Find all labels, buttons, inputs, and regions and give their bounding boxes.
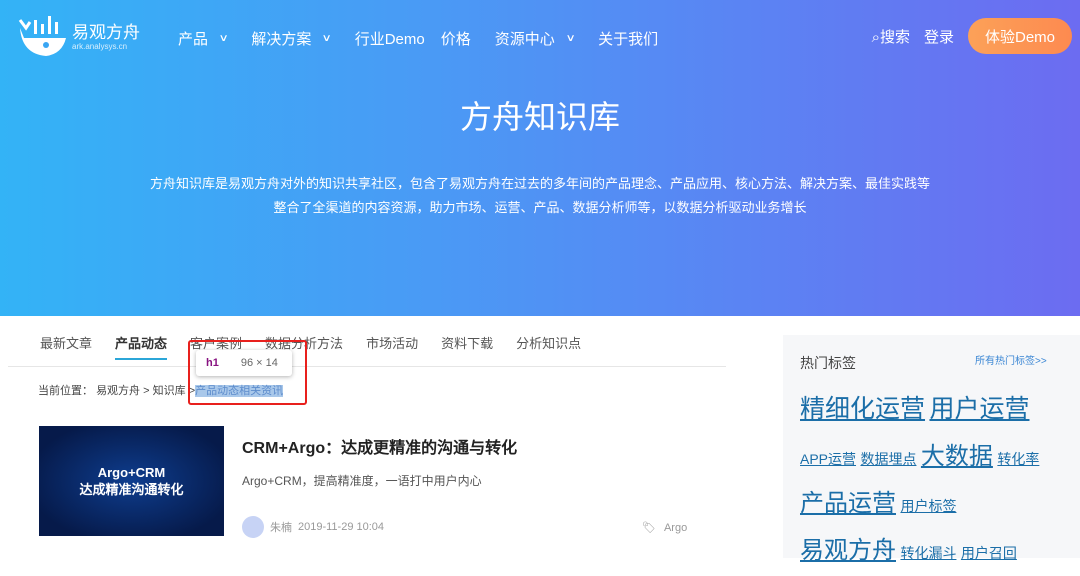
tab-events[interactable]: 市场活动	[366, 333, 418, 352]
tab-downloads[interactable]: 资料下载	[441, 333, 493, 352]
category-tabs: 最新文章 产品动态 客户案例 数据分析方法 市场活动 资料下载 分析知识点	[40, 333, 604, 360]
brand-name: 易观方舟	[72, 22, 140, 42]
author: 朱楠	[270, 522, 292, 534]
brand-domain: ark.analysys.cn	[72, 41, 128, 51]
main-nav: 产品 ∨ 解决方案 ∨ 行业Demo 价格 资源中心 ∨ 关于我们	[178, 28, 682, 49]
chevron-down-icon: ∨	[218, 33, 229, 44]
nav-solutions[interactable]: 解决方案 ∨	[251, 28, 333, 49]
tag-link[interactable]: 易观方舟	[800, 537, 896, 564]
tag-link[interactable]: 转化率	[997, 451, 1039, 467]
article-tag[interactable]: 🏷 Argo	[642, 521, 687, 534]
search-label: 搜索	[879, 28, 910, 46]
breadcrumb-sep: >	[143, 385, 150, 397]
tag-label: Argo	[663, 522, 688, 534]
breadcrumb-label: 当前位置：	[38, 385, 93, 397]
tag-link[interactable]: 用户召回	[961, 545, 1017, 561]
divider	[8, 366, 726, 367]
search-button[interactable]: ⌕搜索	[872, 26, 910, 47]
desc-line: 整合了全渠道的内容资源，助力市场、运营、产品、数据分析师等，以数据分析驱动业务增…	[273, 200, 807, 215]
tag-link[interactable]: 用户运营	[929, 395, 1029, 423]
tag-link[interactable]: 数据埋点	[860, 451, 916, 467]
tag-link[interactable]: 大数据	[921, 443, 993, 470]
article-title[interactable]: CRM+Argo：达成更精准的沟通与转化	[242, 434, 517, 458]
breadcrumb-link[interactable]: 知识库	[153, 385, 186, 397]
logo[interactable]: 易观方舟 ark.analysys.cn	[16, 14, 140, 60]
nav-about[interactable]: 关于我们	[598, 28, 658, 49]
page-title: 方舟知识库	[459, 99, 620, 135]
date: 2019-11-29 10:04	[298, 521, 385, 533]
nav-label: 产品	[178, 31, 209, 48]
nav-industry-demo[interactable]: 行业Demo	[355, 28, 425, 49]
tab-knowledge[interactable]: 分析知识点	[516, 333, 581, 352]
tag-link[interactable]: 产品运营	[800, 490, 896, 517]
article-meta: 朱楠 2019-11-29 10:04	[242, 516, 384, 538]
nav-label: 资源中心	[494, 31, 555, 48]
breadcrumb-link[interactable]: 易观方舟	[96, 385, 140, 397]
tab-product-news[interactable]: 产品动态	[115, 333, 168, 360]
nav-label: 解决方案	[251, 31, 312, 48]
avatar	[242, 516, 264, 538]
highlight-box	[188, 340, 307, 405]
try-demo-button[interactable]: 体验Demo	[968, 18, 1072, 54]
desc-line: 方舟知识库是易观方舟对外的知识共享社区，包含了易观方舟在过去的多年间的产品理念、…	[149, 176, 930, 191]
tag-link[interactable]: 精细化运营	[800, 395, 925, 423]
search-icon: ⌕	[871, 28, 880, 46]
article-thumbnail[interactable]: Argo+CRM 达成精准沟通转化	[39, 426, 224, 536]
nav-resources[interactable]: 资源中心 ∨	[494, 28, 576, 49]
tag-cloud: 精细化运营 用户运营 APP运营 数据埋点 大数据 转化率 产品运营 用户标签 …	[800, 387, 1070, 576]
all-tags-link[interactable]: 所有热门标签>>	[975, 352, 1047, 367]
nav-pricing[interactable]: 价格	[441, 28, 471, 49]
tag-link[interactable]: APP运营	[800, 451, 856, 467]
hot-tags-title: 热门标签	[800, 355, 856, 371]
tag-icon: 🏷	[642, 522, 656, 534]
nav-products[interactable]: 产品 ∨	[178, 28, 229, 49]
hero-banner: 易观方舟 ark.analysys.cn 产品 ∨ 解决方案 ∨ 行业Demo 价格 …	[0, 0, 1080, 316]
article-summary: Argo+CRM，提高精准度，一语打中用户内心	[242, 474, 482, 488]
tab-latest[interactable]: 最新文章	[40, 333, 92, 352]
thumb-text: Argo+CRM	[97, 465, 166, 480]
chevron-down-icon: ∨	[565, 33, 576, 44]
whale-logo-icon	[18, 16, 66, 56]
tag-link[interactable]: 用户标签	[900, 498, 956, 514]
hero-description: 方舟知识库是易观方舟对外的知识共享社区，包含了易观方舟在过去的多年间的产品理念、…	[0, 172, 1080, 220]
thumb-text: 达成精准沟通转化	[79, 482, 184, 497]
tag-link[interactable]: 转化漏斗	[900, 545, 956, 561]
chevron-down-icon: ∨	[321, 33, 333, 44]
login-button[interactable]: 登录	[924, 26, 954, 47]
hot-tags-panel: 热门标签 所有热门标签>> 精细化运营 用户运营 APP运营 数据埋点 大数据 …	[783, 335, 1080, 564]
